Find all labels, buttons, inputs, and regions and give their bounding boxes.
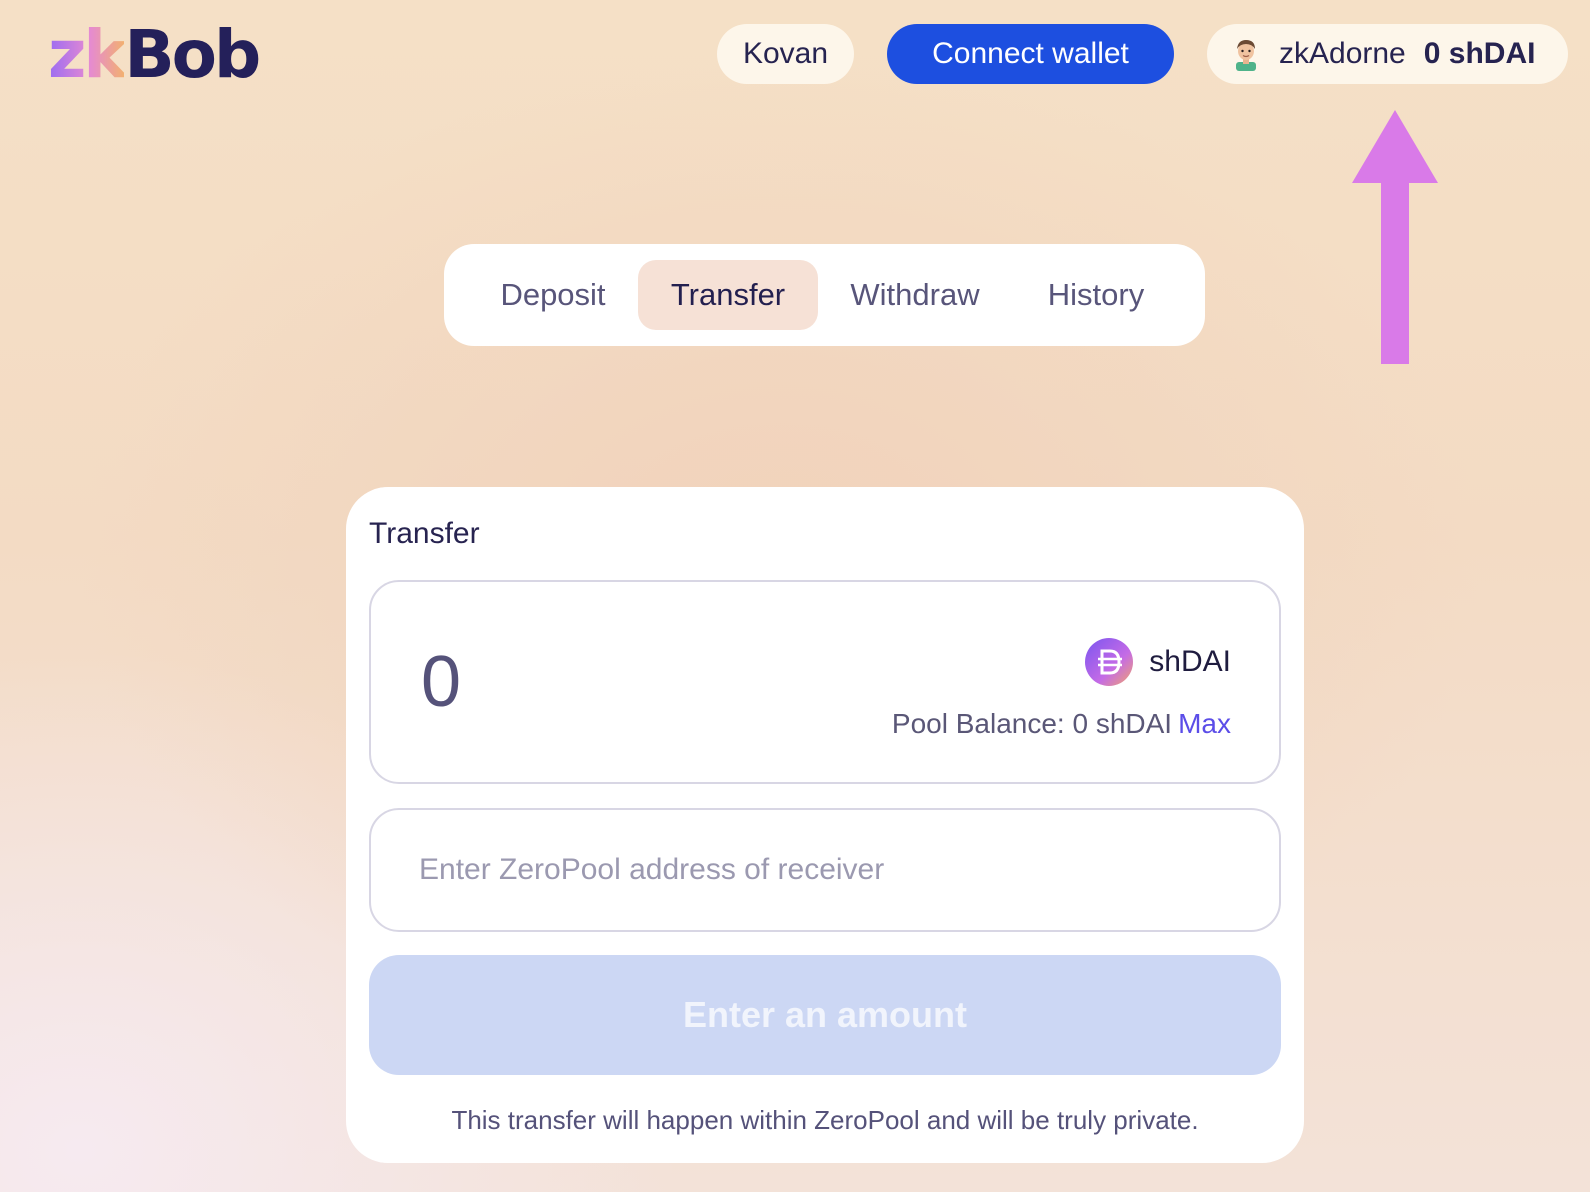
tab-bar: Deposit Transfer Withdraw History <box>444 244 1205 346</box>
receiver-address-input[interactable] <box>369 808 1281 932</box>
amount-input[interactable]: 0 <box>421 640 461 724</box>
max-button[interactable]: Max <box>1178 708 1231 739</box>
token-symbol: shDAI <box>1149 645 1231 678</box>
tab-withdraw[interactable]: Withdraw <box>822 260 1008 330</box>
privacy-note: This transfer will happen within ZeroPoo… <box>451 1105 1199 1135</box>
account-balance: 0 shDAI <box>1423 37 1536 70</box>
dai-token-icon <box>1085 638 1134 686</box>
zkbob-logo[interactable]: zk Bob <box>48 16 261 93</box>
pool-balance: Pool Balance: 0 shDAI Max <box>892 708 1231 740</box>
account-name: zkAdorne <box>1279 37 1406 70</box>
account-button[interactable]: zkAdorne 0 shDAI <box>1207 24 1568 84</box>
connect-wallet-button[interactable]: Connect wallet <box>887 24 1174 84</box>
connect-wallet-label: Connect wallet <box>932 37 1129 70</box>
avatar-icon <box>1236 40 1256 71</box>
network-label: Kovan <box>742 37 829 70</box>
tab-deposit[interactable]: Deposit <box>471 260 635 330</box>
amount-field[interactable]: 0 shDAI Pool Balance: 0 shDAI Max <box>369 580 1281 784</box>
logo-suffix: Bob <box>124 16 261 93</box>
token-display: shDAI <box>1085 638 1231 686</box>
tab-history[interactable]: History <box>1014 260 1178 330</box>
submit-button[interactable]: Enter an amount <box>369 955 1281 1075</box>
network-selector[interactable]: Kovan <box>717 24 854 84</box>
transfer-card: Transfer 0 shDAI Pool Balance: 0 shDAI M… <box>346 487 1304 1163</box>
up-arrow-icon <box>1352 110 1438 364</box>
card-title: Transfer <box>369 517 480 550</box>
pool-balance-label: Pool Balance: 0 shDAI <box>891 708 1173 739</box>
logo-prefix: zk <box>48 16 127 93</box>
tab-transfer[interactable]: Transfer <box>638 260 818 330</box>
